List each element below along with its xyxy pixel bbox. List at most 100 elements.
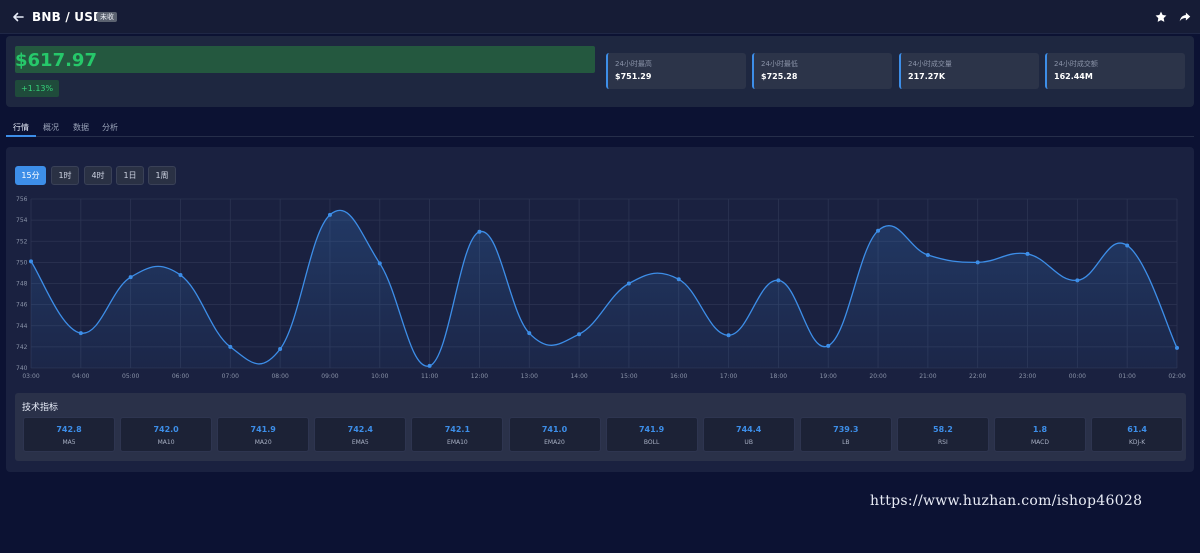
data-point <box>377 261 382 266</box>
indicator-name: MACD <box>1031 439 1049 446</box>
y-tick-label: 746 <box>16 302 28 309</box>
indicator-value: 741.9 <box>250 425 276 434</box>
y-tick-label: 742 <box>16 344 28 351</box>
star-icon[interactable] <box>1154 10 1168 24</box>
data-point <box>278 346 283 351</box>
indicator-value: 741.0 <box>541 425 568 434</box>
x-tick-label: 19:00 <box>820 373 837 380</box>
x-tick-label: 09:00 <box>321 373 338 380</box>
data-point <box>726 333 731 338</box>
x-tick-label: 15:00 <box>620 373 637 380</box>
x-tick-label: 07:00 <box>222 373 239 380</box>
y-tick-label: 744 <box>16 323 28 330</box>
watermark-url: https://www.huzhan.com/ishop46028 <box>870 493 1143 509</box>
x-tick-label: 00:00 <box>1069 373 1086 380</box>
y-tick-label: 752 <box>16 238 28 245</box>
price-highlight-bar <box>15 46 595 73</box>
indicator-value: 739.3 <box>833 425 859 434</box>
data-point <box>178 273 183 278</box>
stat-label: 24小时成交量 <box>908 60 952 68</box>
indicator-card-ema20: 741.0 EMA20 <box>508 417 601 452</box>
indicator-card-boll: 741.9 BOLL <box>605 417 698 452</box>
indicator-card-ema5: 742.4 EMA5 <box>314 417 407 452</box>
indicator-name: KDJ-K <box>1128 439 1146 446</box>
indicator-card-ma20: 741.9 MA20 <box>217 417 310 452</box>
x-tick-label: 14:00 <box>570 373 587 380</box>
x-tick-label: 17:00 <box>720 373 737 380</box>
x-tick-label: 20:00 <box>869 373 886 380</box>
data-point <box>1125 243 1130 248</box>
share-icon[interactable] <box>1178 10 1192 24</box>
data-point <box>78 331 83 336</box>
data-point <box>527 331 532 336</box>
stat-24h-low: 24小时最低 $725.28 <box>752 53 892 89</box>
stat-24h-turnover: 24小时成交额 162.44M <box>1045 53 1185 89</box>
stat-value: $725.28 <box>761 72 798 81</box>
data-point <box>228 344 233 349</box>
timeframe-1h-button[interactable]: 1时 <box>51 166 79 185</box>
data-point <box>427 363 432 368</box>
x-tick-label: 11:00 <box>421 373 438 380</box>
indicator-name: MA5 <box>62 439 76 446</box>
timeframe-1d-button[interactable]: 1日 <box>116 166 144 185</box>
y-tick-label: 748 <box>16 281 28 288</box>
arrow-left-icon[interactable] <box>10 9 26 25</box>
indicator-name: MA10 <box>157 439 175 446</box>
x-tick-label: 06:00 <box>172 373 189 380</box>
data-point <box>1025 251 1030 256</box>
tab-analysis[interactable]: 分析 <box>95 122 125 137</box>
x-tick-label: 22:00 <box>969 373 986 380</box>
stat-24h-high: 24小时最高 $751.29 <box>606 53 746 89</box>
x-tick-label: 03:00 <box>22 373 39 380</box>
tab-data[interactable]: 数据 <box>66 122 96 137</box>
x-tick-label: 12:00 <box>471 373 488 380</box>
price-change-badge: +1.13% <box>15 80 60 97</box>
tab-overview[interactable]: 概况 <box>36 122 66 137</box>
indicator-value: 58.2 <box>933 425 953 434</box>
x-tick-label: 13:00 <box>521 373 538 380</box>
data-point <box>128 275 133 280</box>
stat-label: 24小时成交额 <box>1054 60 1098 68</box>
y-tick-label: 754 <box>16 217 28 224</box>
price-chart[interactable]: 740 742 744 746 748 750 752 754 756 03:00 04:00 05… <box>0 190 1200 385</box>
timeframe-1w-button[interactable]: 1周 <box>148 166 176 185</box>
data-point <box>1075 278 1080 283</box>
indicator-name: UB <box>744 439 753 446</box>
indicator-value: 742.8 <box>56 425 82 434</box>
x-tick-label: 23:00 <box>1019 373 1036 380</box>
indicator-name: LB <box>842 439 850 446</box>
y-tick-label: 740 <box>16 365 28 372</box>
indicator-card-macd: 1.8 MACD <box>994 417 1086 452</box>
indicator-card-rsi: 58.2 RSI <box>896 417 989 452</box>
indicator-value: 742.4 <box>347 425 373 434</box>
indicator-value: 742.1 <box>444 425 471 434</box>
tab-bar: 行情 概况 数据 分析 <box>6 120 1194 137</box>
data-point <box>776 278 781 283</box>
timeframe-15m-button[interactable]: 15分 <box>15 166 46 185</box>
tab-market[interactable]: 行情 <box>6 122 36 137</box>
y-tick-label: 750 <box>16 259 28 266</box>
current-price: $617.97 <box>15 50 97 71</box>
data-point <box>626 281 631 286</box>
stat-value: $751.29 <box>615 72 652 81</box>
x-tick-label: 01:00 <box>1119 373 1136 380</box>
indicator-card-ema10: 742.1 EMA10 <box>411 417 504 452</box>
y-tick-label: 756 <box>16 196 28 203</box>
indicator-name: RSI <box>938 439 948 446</box>
data-point <box>327 212 332 217</box>
indicator-value: 742.0 <box>153 425 179 434</box>
indicator-value: 1.8 <box>1032 425 1048 434</box>
timeframe-4h-button[interactable]: 4时 <box>84 166 112 185</box>
y-axis-labels: 740 742 744 746 748 750 752 754 756 <box>16 196 28 372</box>
top-bar: BNB / USDT 未收 <box>0 0 1200 34</box>
stat-24h-volume: 24小时成交量 217.27K <box>899 53 1039 89</box>
stat-label: 24小时最高 <box>615 60 652 68</box>
x-tick-label: 18:00 <box>770 373 787 380</box>
x-tick-label: 08:00 <box>271 373 288 380</box>
stat-value: 217.27K <box>908 72 946 81</box>
x-axis-labels: 03:00 04:00 05:00 06:00 07:00 08:00 09:00 10:00… <box>22 373 1185 380</box>
x-tick-label: 05:00 <box>122 373 139 380</box>
data-point <box>1175 345 1179 350</box>
indicator-card-ma10: 742.0 MA10 <box>120 417 213 452</box>
indicator-value: 741.9 <box>638 425 665 434</box>
